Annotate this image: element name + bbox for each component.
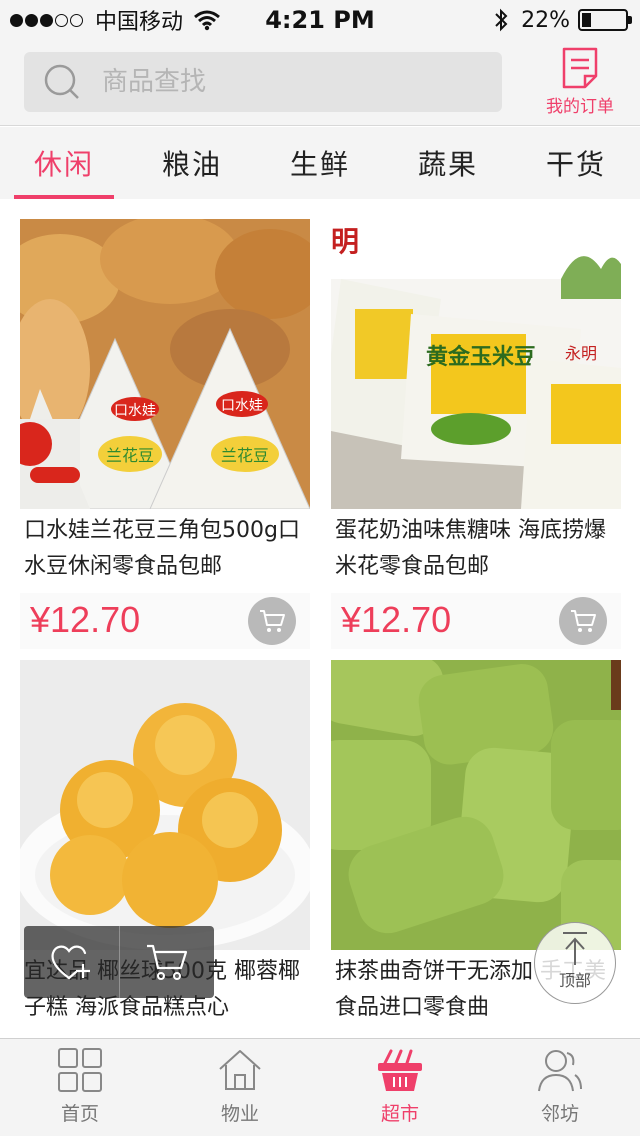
cart-icon (571, 610, 596, 632)
bluetooth-icon (495, 8, 508, 32)
search-icon (44, 64, 79, 99)
product-card[interactable]: 口水娃 口水娃 兰花豆 兰花豆 口水娃兰花豆三角包500g口水豆休闲零食品包邮 … (20, 219, 310, 649)
package-text: 兰花豆 (221, 446, 269, 465)
nav-supermarket[interactable]: 超市 (320, 1039, 480, 1136)
battery-icon (578, 9, 632, 31)
product-title[interactable]: 蛋花奶油味焦糖味 海底捞爆米花零食品包邮 (331, 509, 621, 593)
nav-neighbors[interactable]: 邻坊 (480, 1039, 640, 1136)
my-orders-button[interactable]: 我的订单 (534, 46, 626, 120)
status-bar: 中国移动 4:21 PM 22% (0, 0, 640, 40)
product-photo-coconut-balls (20, 660, 310, 950)
order-list-icon (562, 47, 598, 89)
product-price: ¥12.70 (341, 599, 452, 640)
price-row: ¥12.70 (331, 593, 621, 649)
package-logo: 永明 (565, 344, 597, 363)
house-icon (219, 1050, 261, 1090)
nav-label: 物业 (220, 1103, 259, 1125)
nav-home[interactable]: 首页 (0, 1039, 160, 1136)
product-image[interactable] (331, 660, 621, 950)
bottom-nav: 首页 物业 超市 邻坊 (0, 1038, 640, 1136)
tab-dried-goods[interactable]: 干货 (512, 127, 640, 199)
package-text: 黄金玉米豆 (426, 344, 536, 370)
tab-vegetables-fruits[interactable]: 蔬果 (384, 127, 512, 199)
category-tabs: 休闲 粮油 生鲜 蔬果 干货 (0, 127, 640, 199)
header: 我的订单 (0, 40, 640, 126)
add-to-cart-button[interactable] (248, 597, 296, 645)
product-image[interactable]: 口水娃 口水娃 兰花豆 兰花豆 (20, 219, 310, 509)
product-grid: 口水娃 口水娃 兰花豆 兰花豆 口水娃兰花豆三角包500g口水豆休闲零食品包邮 … (0, 199, 640, 1037)
status-right: 22% (493, 4, 632, 36)
back-to-top-label: 顶部 (558, 971, 591, 990)
battery-percent: 22% (521, 7, 570, 33)
tab-leisure[interactable]: 休闲 (0, 127, 128, 199)
grid-icon (58, 1048, 102, 1092)
back-to-top-button[interactable]: 顶部 (534, 922, 616, 1004)
nav-label: 邻坊 (540, 1103, 579, 1125)
quick-action-bar (24, 926, 214, 998)
my-orders-label: 我的订单 (546, 97, 614, 117)
tab-grain-oil[interactable]: 粮油 (128, 127, 256, 199)
add-to-cart-button[interactable] (559, 597, 607, 645)
product-image[interactable]: 黄金玉米豆 永明 明 (331, 219, 621, 509)
product-price: ¥12.70 (30, 599, 141, 640)
cart-icon (147, 944, 188, 980)
svg-text:明: 明 (331, 225, 359, 258)
nav-label: 超市 (380, 1103, 419, 1125)
nav-label: 首页 (60, 1103, 99, 1125)
tab-fresh[interactable]: 生鲜 (256, 127, 384, 199)
package-logo: 口水娃 (114, 403, 156, 419)
basket-icon (378, 1049, 422, 1091)
add-favorite-button[interactable] (24, 926, 119, 998)
cart-icon (260, 610, 285, 632)
add-to-cart-button[interactable] (119, 926, 214, 998)
package-logo: 口水娃 (221, 398, 263, 414)
search-input[interactable] (102, 67, 462, 97)
product-photo-corn-snack: 黄金玉米豆 永明 明 (331, 219, 621, 509)
people-icon (538, 1050, 582, 1092)
price-row: ¥12.70 (20, 593, 310, 649)
battery-level (582, 13, 592, 27)
product-image[interactable] (20, 660, 310, 950)
product-photo-peanut-snack: 口水娃 口水娃 兰花豆 兰花豆 (20, 219, 310, 509)
product-photo-matcha-cookies (331, 660, 621, 950)
package-text: 兰花豆 (106, 446, 154, 465)
product-title[interactable]: 口水娃兰花豆三角包500g口水豆休闲零食品包邮 (20, 509, 310, 593)
search-bar[interactable] (24, 52, 502, 112)
nav-property[interactable]: 物业 (160, 1039, 320, 1136)
heart-plus-icon (50, 945, 90, 980)
product-card[interactable]: 黄金玉米豆 永明 明 蛋花奶油味焦糖味 海底捞爆米花零食品包邮 ¥12.70 (331, 219, 621, 649)
arrow-up-icon (563, 932, 587, 965)
